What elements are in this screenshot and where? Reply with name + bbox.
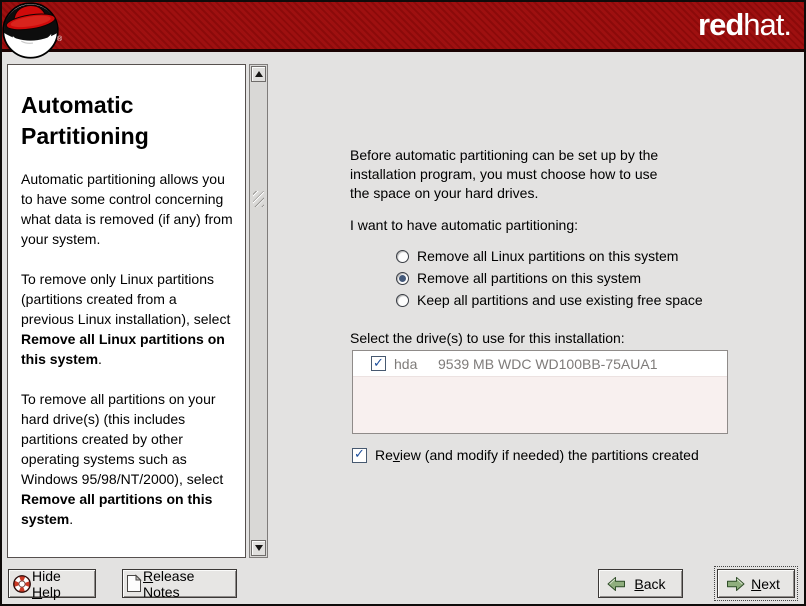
registered-trademark: ® bbox=[57, 36, 62, 43]
radio-option-keep-all[interactable]: Keep all partitions and use existing fre… bbox=[396, 289, 703, 311]
wordmark-period: . bbox=[783, 7, 791, 42]
redhat-shadowman-icon bbox=[2, 1, 60, 61]
partitioning-question-label: I want to have automatic partitioning: bbox=[350, 217, 578, 233]
radio-button[interactable] bbox=[396, 250, 409, 263]
wordmark-red: red bbox=[698, 7, 743, 42]
button-label: Hide Help bbox=[32, 568, 92, 600]
arrow-right-icon bbox=[726, 576, 745, 592]
help-text-bold: Remove all partitions on this system bbox=[21, 491, 212, 527]
back-button[interactable]: Back bbox=[598, 569, 683, 598]
drive-model: WDC WD100BB-75AUA1 bbox=[498, 356, 658, 372]
scroll-down-button[interactable] bbox=[251, 540, 266, 556]
drive-select-label: Select the drive(s) to use for this inst… bbox=[350, 330, 625, 346]
button-label: Next bbox=[745, 576, 786, 592]
check-icon: ✓ bbox=[354, 448, 365, 461]
drive-size: 9539 MB bbox=[438, 356, 498, 372]
intro-line: Before automatic partitioning can be set… bbox=[350, 146, 658, 165]
arrow-left-icon bbox=[607, 576, 626, 592]
scrollbar-thumb-grip[interactable] bbox=[253, 191, 264, 207]
radio-button[interactable] bbox=[396, 294, 409, 307]
drive-list[interactable]: ✓ hda 9539 MB WDC WD100BB-75AUA1 bbox=[352, 350, 728, 434]
drive-name: hda bbox=[394, 356, 438, 372]
redhat-wordmark: redhat. bbox=[698, 6, 791, 44]
intro-text: Before automatic partitioning can be set… bbox=[350, 146, 658, 203]
help-text: To remove all partitions on your hard dr… bbox=[21, 391, 223, 487]
wordmark-hat: hat bbox=[743, 7, 783, 42]
help-paragraph: To remove all partitions on your hard dr… bbox=[21, 389, 233, 529]
hide-help-button[interactable]: Hide Help bbox=[8, 569, 96, 598]
life-ring-icon bbox=[12, 574, 32, 594]
help-panel: Automatic Partitioning Automatic partiti… bbox=[7, 64, 246, 558]
arrow-down-icon bbox=[255, 545, 263, 551]
radio-label: Keep all partitions and use existing fre… bbox=[417, 292, 703, 308]
review-checkbox[interactable]: ✓ bbox=[352, 448, 367, 463]
next-button[interactable]: Next bbox=[717, 569, 795, 598]
review-partitions-option[interactable]: ✓ Review (and modify if needed) the part… bbox=[352, 447, 699, 463]
partitioning-radio-group: Remove all Linux partitions on this syst… bbox=[396, 245, 703, 311]
help-text-bold: Remove all Linux partitions on this syst… bbox=[21, 331, 225, 367]
arrow-up-icon bbox=[255, 71, 263, 77]
drive-row-hda[interactable]: ✓ hda 9539 MB WDC WD100BB-75AUA1 bbox=[353, 351, 727, 377]
installer-window: redhat. ® Automatic Partitioning Automat… bbox=[0, 0, 806, 606]
button-label: Back bbox=[626, 576, 674, 592]
radio-option-remove-all[interactable]: Remove all partitions on this system bbox=[396, 267, 703, 289]
help-text: . bbox=[98, 351, 102, 367]
intro-line: installation program, you must choose ho… bbox=[350, 165, 658, 184]
scroll-up-button[interactable] bbox=[251, 66, 266, 82]
button-label: Release Notes bbox=[143, 568, 233, 600]
header-banner: redhat. bbox=[0, 0, 806, 52]
help-text: To remove only Linux partitions (partiti… bbox=[21, 271, 230, 327]
help-text: . bbox=[69, 511, 73, 527]
radio-label: Remove all partitions on this system bbox=[417, 270, 641, 286]
help-paragraph: To remove only Linux partitions (partiti… bbox=[21, 269, 233, 369]
help-title: Automatic Partitioning bbox=[21, 90, 233, 152]
radio-option-remove-linux[interactable]: Remove all Linux partitions on this syst… bbox=[396, 245, 703, 267]
drive-checkbox[interactable]: ✓ bbox=[371, 356, 386, 371]
radio-label: Remove all Linux partitions on this syst… bbox=[417, 248, 678, 264]
check-icon: ✓ bbox=[373, 357, 384, 370]
help-paragraph: Automatic partitioning allows you to hav… bbox=[21, 169, 233, 249]
release-notes-button[interactable]: Release Notes bbox=[122, 569, 237, 598]
intro-line: the space on your hard drives. bbox=[350, 184, 658, 203]
review-label: Review (and modify if needed) the partit… bbox=[375, 447, 699, 463]
help-scrollbar[interactable] bbox=[249, 64, 268, 558]
radio-button[interactable] bbox=[396, 272, 409, 285]
document-icon bbox=[126, 574, 142, 593]
